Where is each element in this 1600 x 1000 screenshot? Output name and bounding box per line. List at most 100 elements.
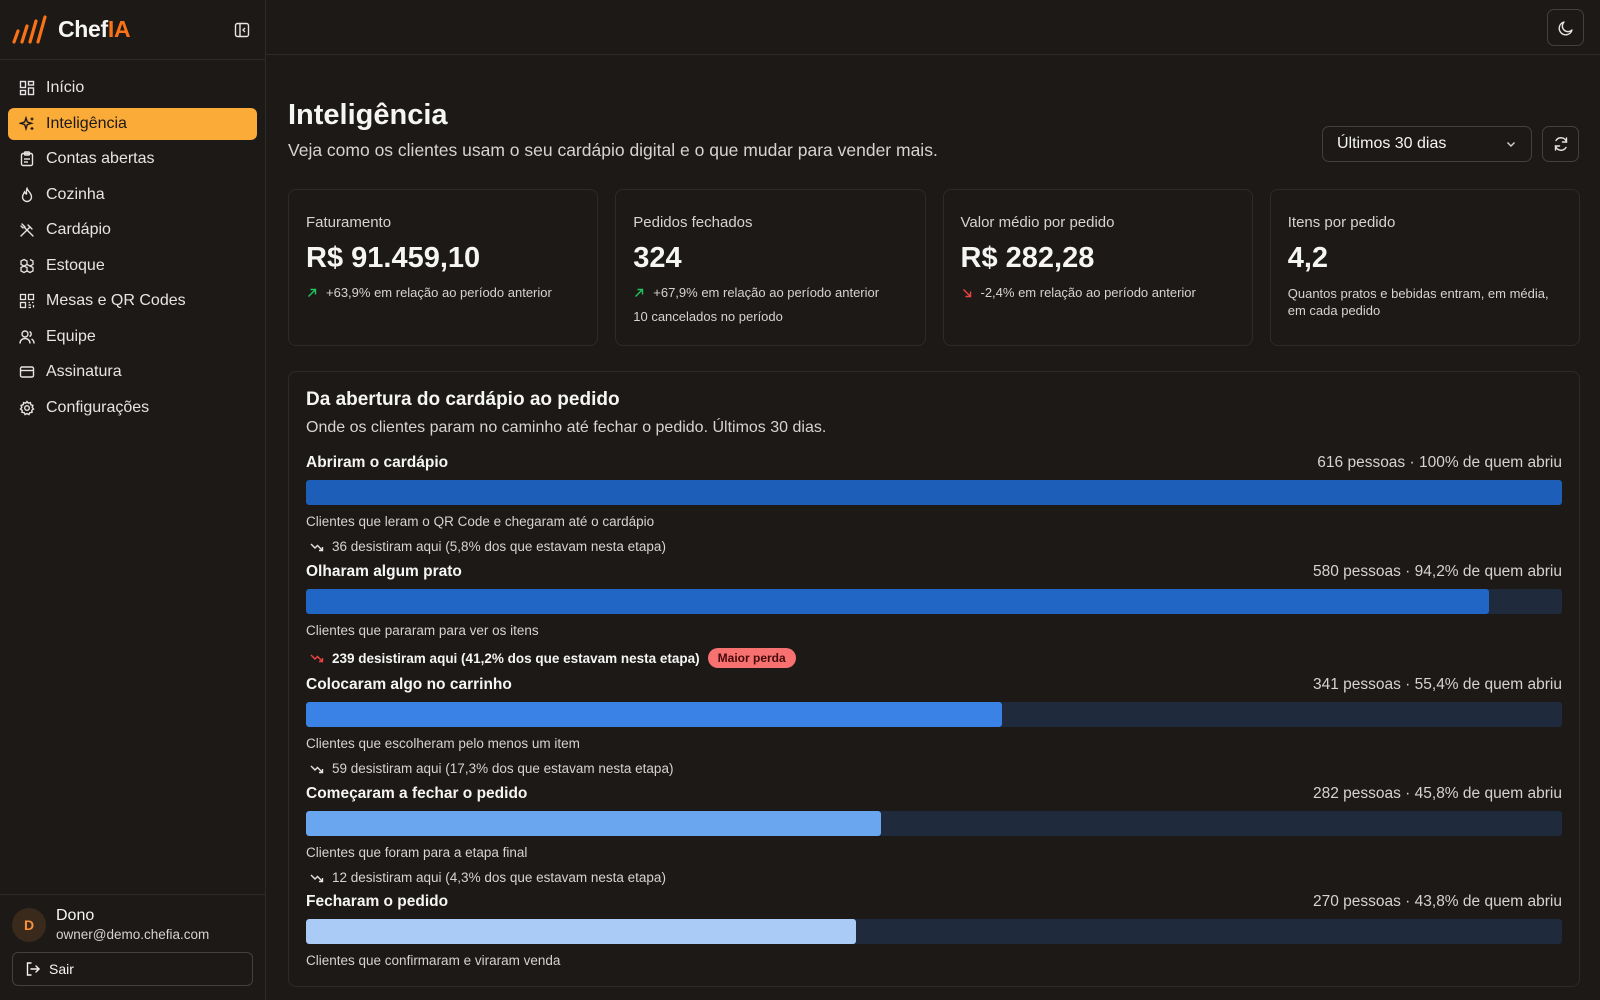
stage-description: Clientes que pararam para ver os itens — [306, 623, 539, 638]
sidebar-item-label: Assinatura — [46, 363, 122, 380]
trend-up-arrow-icon — [306, 287, 318, 299]
kpi-label: Faturamento — [306, 214, 392, 231]
sidebar-item-label: Estoque — [46, 256, 105, 274]
stage-count: 270 pessoas · 43,8% de quem abriu — [1312, 893, 1562, 910]
sidebar-item-label: Cardápio — [46, 221, 111, 238]
stage-count: 282 pessoas · 45,8% de quem abriu — [1312, 785, 1562, 802]
sidebar-item-label: Inteligência — [46, 114, 127, 132]
kpi-label: Itens por pedido — [1287, 214, 1396, 231]
sidebar-item-label: Mesas e QR Codes — [46, 292, 186, 309]
sidebar-item-cozinha[interactable]: Cozinha — [8, 179, 257, 211]
grid-icon — [18, 79, 36, 97]
boxes-icon — [18, 257, 36, 275]
avatar: D — [12, 907, 46, 942]
sidebar-nav: Início Inteligência Contas abertas Cozin… — [0, 60, 265, 439]
funnel-stage: Fecharam o pedido 270 pessoas · 43,8% de… — [306, 893, 1562, 968]
flame-icon — [18, 186, 36, 204]
kpi-value: 324 — [633, 242, 682, 274]
stage-drop: 12 desistiram aqui (4,3% dos que estavam… — [310, 870, 1562, 885]
kpi-delta-text: -2,4% em relação ao período anterior — [980, 285, 1196, 300]
chevron-down-icon — [1505, 138, 1517, 150]
period-select-value: Últimos 30 dias — [1337, 135, 1447, 152]
sidebar-item-configuracoes[interactable]: Configurações — [8, 392, 257, 424]
brand: ChefIA — [0, 0, 265, 60]
theme-toggle-button[interactable] — [1547, 9, 1584, 46]
trending-down-icon — [310, 872, 324, 884]
sidebar-item-label: Cozinha — [46, 185, 105, 203]
trend-down-arrow-icon — [961, 287, 973, 299]
sidebar: ChefIA Início Inteligência Contas aberta… — [0, 0, 266, 1000]
qr-code-icon — [18, 292, 36, 310]
clipboard-icon — [18, 150, 36, 168]
stage-bar-track — [306, 811, 1562, 836]
gear-icon — [18, 399, 36, 417]
stage-name: Fecharam o pedido — [306, 893, 449, 910]
stage-drop-text: 239 desistiram aqui (41,2% dos que estav… — [332, 650, 700, 666]
trend-up-arrow-icon — [633, 287, 645, 299]
user-email: owner@demo.chefia.com — [56, 927, 210, 942]
funnel-stage: Colocaram algo no carrinho 341 pessoas ·… — [306, 676, 1562, 776]
funnel-title: Da abertura do cardápio ao pedido — [306, 389, 620, 410]
stage-bar-track — [306, 589, 1562, 614]
biggest-loss-badge: Maior perda — [707, 648, 796, 668]
logout-icon — [25, 961, 41, 977]
kpi-value: R$ 282,28 — [960, 242, 1095, 274]
stage-bar-track — [306, 702, 1562, 727]
sidebar-item-inicio[interactable]: Início — [8, 72, 257, 104]
sidebar-item-equipe[interactable]: Equipe — [8, 321, 257, 353]
sidebar-item-cardapio[interactable]: Cardápio — [8, 214, 257, 246]
refresh-button[interactable] — [1542, 126, 1579, 162]
collapse-sidebar-button[interactable] — [231, 19, 253, 41]
kpi-card-itens-por-pedido: Itens por pedido 4,2 Quantos pratos e be… — [1269, 189, 1580, 346]
kpi-cards: Faturamento R$ 91.459,10 +63,9% em relaç… — [288, 189, 1580, 346]
kpi-description: Quantos pratos e bebidas entram, em médi… — [1287, 286, 1549, 318]
chefia-logo-icon — [12, 14, 47, 44]
trending-down-icon — [310, 541, 324, 553]
stage-description: Clientes que confirmaram e viraram venda — [306, 953, 561, 968]
period-select[interactable]: Últimos 30 dias — [1322, 126, 1532, 162]
user-info: Dono owner@demo.chefia.com — [56, 907, 209, 942]
stage-drop: 36 desistiram aqui (5,8% dos que estavam… — [310, 539, 1562, 554]
users-icon — [18, 328, 36, 346]
kpi-card-pedidos-fechados: Pedidos fechados 324 +67,9% em relação a… — [615, 189, 926, 346]
stage-drop-text: 59 desistiram aqui (17,3% dos que estava… — [332, 761, 674, 776]
funnel-subtitle: Onde os clientes param no caminho até fe… — [306, 419, 827, 436]
funnel-stage: Olharam algum prato 580 pessoas · 94,2% … — [306, 563, 1562, 668]
stage-head: Colocaram algo no carrinho 341 pessoas ·… — [306, 676, 1562, 694]
page-subtitle: Veja como os clientes usam o seu cardápi… — [288, 140, 938, 160]
kpi-delta: +63,9% em relação ao período anterior — [306, 285, 580, 300]
stage-description: Clientes que foram para a etapa final — [306, 845, 528, 860]
logout-button[interactable]: Sair — [12, 952, 253, 986]
sidebar-item-assinatura[interactable]: Assinatura — [8, 356, 257, 388]
stage-description: Clientes que leram o QR Code e chegaram … — [306, 514, 655, 529]
stage-count: 580 pessoas · 94,2% de quem abriu — [1312, 563, 1562, 580]
sidebar-item-contas-abertas[interactable]: Contas abertas — [8, 143, 257, 175]
kpi-value: R$ 91.459,10 — [306, 242, 481, 274]
kpi-card-faturamento: Faturamento R$ 91.459,10 +63,9% em relaç… — [288, 189, 599, 346]
sidebar-item-mesas-qr[interactable]: Mesas e QR Codes — [8, 285, 257, 317]
stage-bar-track — [306, 480, 1562, 505]
stage-name: Colocaram algo no carrinho — [306, 676, 512, 693]
kpi-label: Pedidos fechados — [633, 214, 753, 231]
stage-head: Olharam algum prato 580 pessoas · 94,2% … — [306, 563, 1562, 581]
kpi-delta: -2,4% em relação ao período anterior — [961, 285, 1235, 300]
sidebar-item-label: Contas abertas — [46, 150, 155, 167]
sidebar-item-inteligencia[interactable]: Inteligência — [8, 107, 257, 140]
kpi-label: Valor médio por pedido — [960, 214, 1115, 231]
credit-card-icon — [18, 363, 36, 381]
trending-down-icon — [310, 763, 324, 775]
sidebar-item-estoque[interactable]: Estoque — [8, 250, 257, 282]
funnel-card: Da abertura do cardápio ao pedido Onde o… — [288, 371, 1580, 987]
moon-icon — [1558, 20, 1573, 35]
stage-name: Começaram a fechar o pedido — [306, 785, 528, 802]
stage-name: Olharam algum prato — [306, 563, 462, 580]
stage-count: 341 pessoas · 55,4% de quem abriu — [1312, 676, 1562, 693]
stage-bar-fill — [306, 811, 882, 836]
stage-description: Clientes que escolheram pelo menos um it… — [306, 736, 580, 751]
kpi-card-valor-medio: Valor médio por pedido R$ 282,28 -2,4% e… — [942, 189, 1253, 346]
panel-left-icon — [234, 22, 250, 37]
stage-head: Começaram a fechar o pedido 282 pessoas … — [306, 785, 1562, 803]
funnel-stage: Abriram o cardápio 616 pessoas · 100% de… — [306, 454, 1562, 554]
brand-name: ChefIA — [58, 16, 131, 42]
sidebar-item-label: Configurações — [46, 398, 150, 416]
